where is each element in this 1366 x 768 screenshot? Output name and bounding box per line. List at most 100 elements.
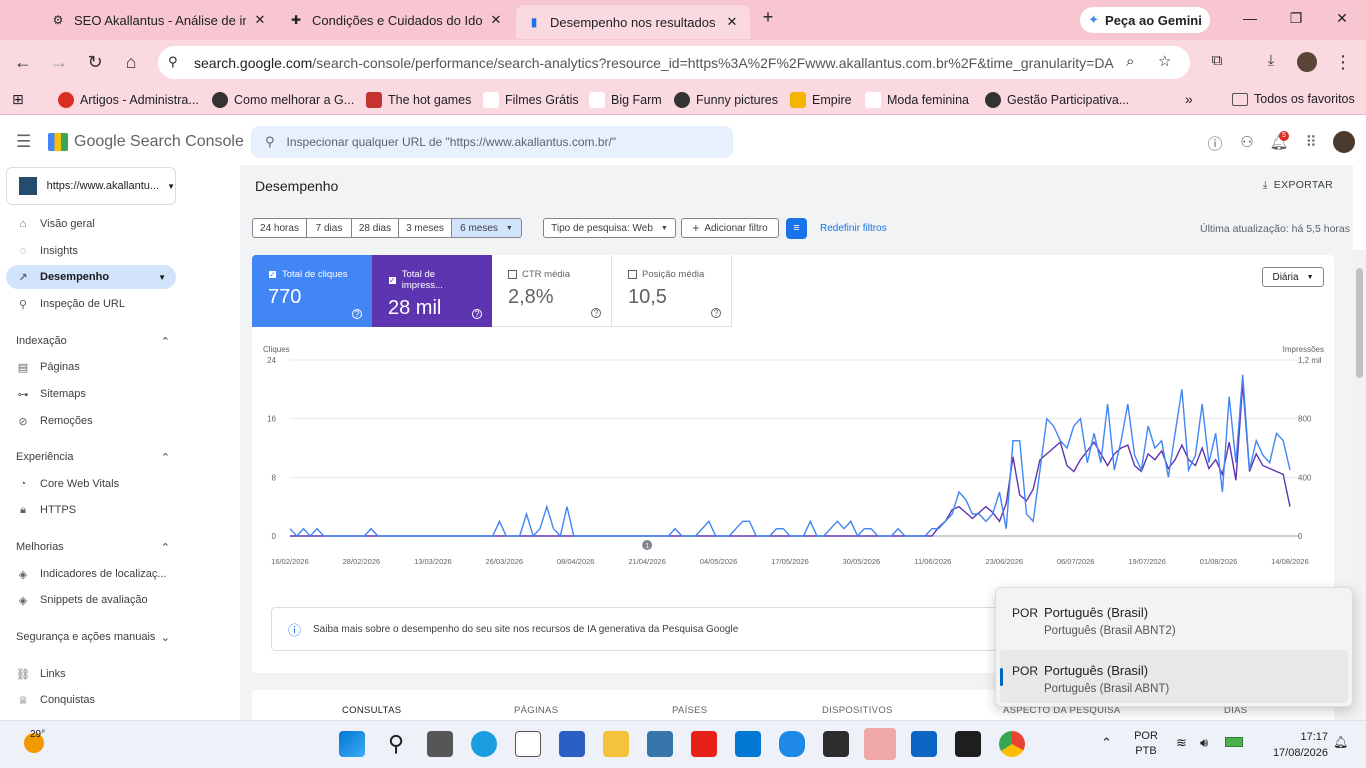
sidebar-item-indicadores[interactable]: ◈ Indicadores de localizaç... (6, 562, 176, 586)
home-icon[interactable]: ⌂ (120, 52, 142, 73)
bookmark-item[interactable]: Como melhorar a G... (212, 92, 354, 108)
range-24h[interactable]: 24 horas (252, 218, 307, 238)
reload-icon[interactable]: ↻ (84, 52, 106, 73)
more-bookmarks-icon[interactable]: » (1185, 91, 1193, 107)
restore-button[interactable]: ❐ (1286, 10, 1306, 27)
help-icon[interactable]: ⓘ (1205, 133, 1225, 154)
range-3m[interactable]: 3 meses (398, 218, 452, 238)
search-console-logo[interactable]: Google Search Console (48, 133, 244, 151)
minimize-button[interactable]: — (1240, 10, 1260, 26)
sidebar-item-desempenho[interactable]: ↗ Desempenho ▼ (6, 265, 176, 289)
back-icon[interactable]: ← (12, 52, 34, 73)
bing-icon[interactable] (779, 731, 805, 757)
sidebar-item-sitemaps[interactable]: ⊶ Sitemaps (6, 382, 176, 406)
sidebar-item-core-web-vitals[interactable]: ◔ Core Web Vitals (6, 472, 176, 496)
sidebar-item-inspecao[interactable]: ⚲ Inspeção de URL (6, 292, 176, 316)
extensions-icon[interactable]: ⧉ (1206, 52, 1228, 69)
battery-icon[interactable] (1225, 737, 1243, 747)
filter-options-icon[interactable]: ≡ (786, 218, 807, 239)
bookmark-item[interactable]: Artigos - Administra... (58, 92, 199, 108)
export-button[interactable]: ⤓ EXPORTAR (1263, 179, 1333, 192)
inspect-url-input[interactable]: ⚲ Inspecionar qualquer URL de "https://w… (251, 126, 733, 158)
download-icon[interactable]: ⤓ (1260, 52, 1282, 69)
close-window-button[interactable]: ✕ (1332, 10, 1352, 27)
menu-icon[interactable]: ⋮ (1332, 52, 1354, 73)
ai-info-banner[interactable]: ⓘ Saiba mais sobre o desempenho do seu s… (271, 607, 1011, 651)
bookmark-item[interactable]: Big Farm (589, 92, 662, 108)
section-experiencia[interactable]: Experiência ⌃ (16, 451, 170, 464)
sidebar-item-remocoes[interactable]: ⊘ Remoções (6, 409, 176, 433)
apps-icon[interactable]: ⠿ (1301, 133, 1321, 151)
range-28d[interactable]: 28 dias (351, 218, 399, 238)
chevron-up-icon[interactable]: ⌃ (1101, 735, 1112, 751)
range-6m[interactable]: 6 meses ▼ (451, 218, 522, 238)
youtube-icon[interactable] (691, 731, 717, 757)
search-icon[interactable]: ⚲ (383, 731, 409, 757)
edge-icon[interactable] (471, 731, 497, 757)
wifi-icon[interactable]: ≋ (1176, 735, 1187, 751)
clock[interactable]: 17:17 17/08/2026 (1256, 729, 1328, 761)
profile-avatar[interactable] (1297, 52, 1317, 72)
browser-tab-desempenho[interactable]: ▮ Desempenho nos resultados da ✕ (516, 5, 750, 39)
docker-icon[interactable] (864, 728, 896, 760)
sidebar-item-conquistas[interactable]: ♕ Conquistas (6, 688, 176, 712)
start-icon[interactable] (339, 731, 365, 757)
close-icon[interactable]: ✕ (252, 12, 268, 28)
linkedin-icon[interactable] (911, 731, 937, 757)
sidebar-item-insights[interactable]: ◌ Insights (6, 239, 176, 263)
browser-tab-idoso[interactable]: ✚ Condições e Cuidados do Idoso ✕ (278, 6, 514, 34)
settings-users-icon[interactable]: ⚇ (1237, 133, 1257, 151)
section-melhorias[interactable]: Melhorias ⌃ (16, 541, 170, 554)
browser-tab-seo[interactable]: ⚙ SEO Akallantus - Análise de inde ✕ (40, 6, 278, 34)
tab-paises[interactable]: PAÍSES (672, 705, 707, 716)
zoom-icon[interactable]: ⌕ (1126, 53, 1134, 70)
cmd-icon[interactable] (955, 731, 981, 757)
file-explorer-icon[interactable] (603, 731, 629, 757)
sidebar-item-visao-geral[interactable]: ⌂ Visão geral (6, 212, 176, 236)
sidebar-item-links[interactable]: ⛓ Links (6, 662, 176, 686)
bookmark-item[interactable]: Gestão Participativa... (985, 92, 1129, 108)
tab-dispositivos[interactable]: DISPOSITIVOS (822, 705, 893, 716)
section-seguranca[interactable]: Segurança e ações manuais ⌄ (16, 631, 170, 644)
scrollbar-thumb[interactable] (1356, 268, 1363, 378)
star-icon[interactable]: ☆ (1158, 52, 1171, 70)
input-language-indicator[interactable]: POR PTB (1126, 729, 1166, 759)
close-icon[interactable]: ✕ (488, 12, 504, 28)
hamburger-menu-icon[interactable]: ☰ (16, 132, 31, 152)
reset-filters-link[interactable]: Redefinir filtros (820, 223, 887, 234)
task-view-icon[interactable] (427, 731, 453, 757)
forward-icon[interactable]: → (48, 52, 70, 73)
new-tab-button[interactable]: + (758, 7, 778, 28)
bookmark-item[interactable]: Moda feminina (865, 92, 969, 108)
terminal-icon[interactable] (823, 731, 849, 757)
language-option-selected[interactable]: POR Português (Brasil) Português (Brasil… (1000, 650, 1348, 703)
sidebar-item-https[interactable]: 🔒︎ HTTPS (6, 498, 176, 522)
apps-grid-icon[interactable]: ⊞ (12, 91, 24, 108)
page-scrollbar[interactable] (1353, 250, 1366, 720)
url-bar[interactable]: ⚲ search.google.com/search-console/perfo… (158, 46, 1190, 79)
close-icon[interactable]: ✕ (724, 14, 740, 30)
chrome-icon[interactable] (999, 731, 1025, 757)
bookmark-item[interactable]: Empire (790, 92, 852, 108)
property-selector[interactable]: https://www.akallantu... ▼ (6, 167, 176, 205)
bookmark-item[interactable]: Filmes Grátis (483, 92, 579, 108)
add-filter-button[interactable]: + Adicionar filtro (681, 218, 779, 238)
sidebar-item-snippets[interactable]: ◈ Snippets de avaliação (6, 588, 176, 612)
bookmark-item[interactable]: Funny pictures (674, 92, 778, 108)
volume-icon[interactable]: 🔊︎ (1200, 735, 1208, 751)
python-icon[interactable] (647, 731, 673, 757)
account-avatar[interactable] (1333, 131, 1355, 153)
sidebar-item-paginas[interactable]: ▤ Páginas (6, 355, 176, 379)
vscode-icon[interactable] (735, 731, 761, 757)
gemini-button[interactable]: ✦ Peça ao Gemini (1080, 7, 1210, 33)
site-info-icon[interactable]: ⚲ (168, 54, 178, 70)
language-option[interactable]: POR Português (Brasil) Português (Brasil… (1000, 592, 1348, 645)
all-favorites-folder[interactable]: Todos os favoritos (1232, 92, 1355, 106)
bookmark-item[interactable]: The hot games (366, 92, 471, 108)
section-indexacao[interactable]: Indexação ⌃ (16, 335, 170, 348)
range-7d[interactable]: 7 dias (306, 218, 352, 238)
search-type-filter[interactable]: Tipo de pesquisa: Web ▼ (543, 218, 676, 238)
notification-center-icon[interactable]: 🔔︎ (1333, 735, 1348, 749)
tab-paginas[interactable]: PÁGINAS (514, 705, 558, 716)
notepad-icon[interactable] (515, 731, 541, 757)
